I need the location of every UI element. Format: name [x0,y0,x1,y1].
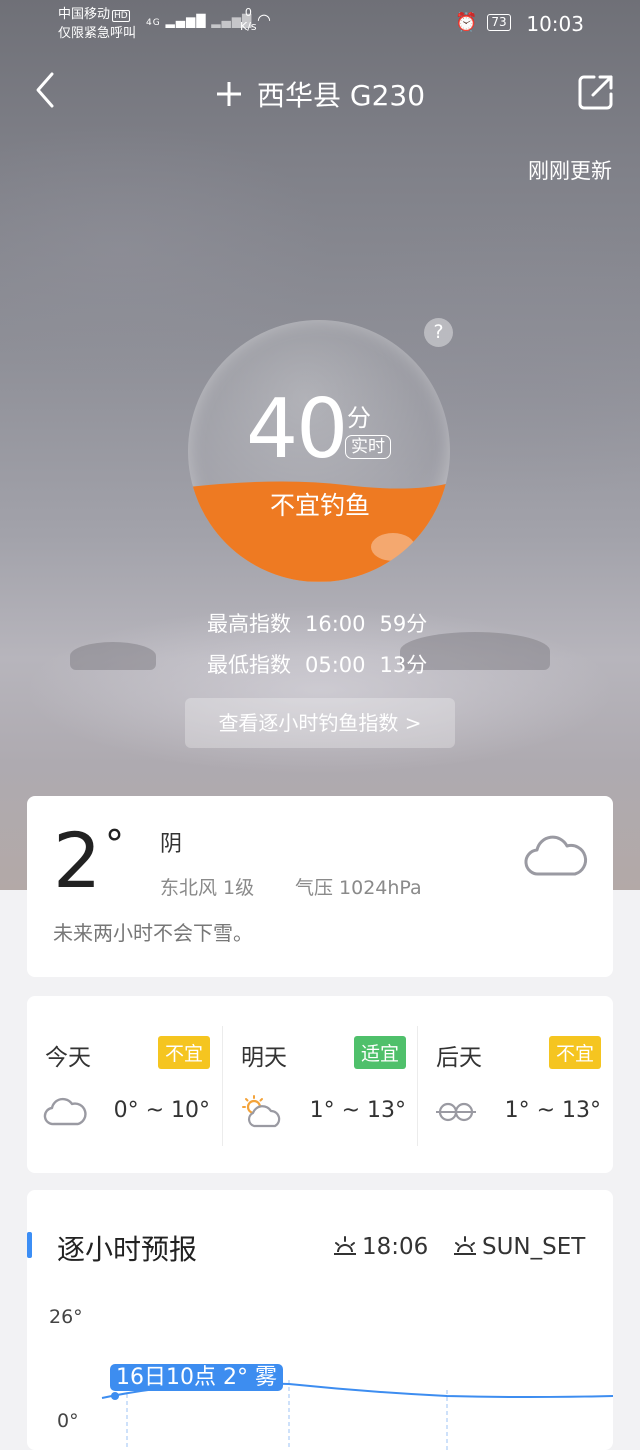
alarm-icon: ⏰ [455,12,478,33]
hourly-forecast-card: 逐小时预报 18:06 SUN_SET 26° 0° 16日10点 2° 雾 [27,1190,613,1450]
sun-cloud-icon [242,1095,281,1128]
update-status: 刚刚更新 [528,159,612,183]
plus-icon [217,82,241,106]
temperature-range: 1° ~ 13° [309,1098,406,1123]
net-speed: 0 K/s [240,6,257,34]
fishing-score: 40 [246,382,348,477]
battery-indicator: 73 [487,14,511,31]
help-button[interactable]: ? [424,318,453,347]
status-right: ⏰ 73 [455,12,511,33]
network-type: 4G [146,18,161,28]
day-name: 今天 [45,1045,91,1071]
wifi-icon: ◠ [257,10,272,29]
fishing-badge: 适宜 [353,1036,406,1069]
fishing-verdict: 不宜钓鱼 [269,491,370,520]
highest-label: 最高指数 [207,612,291,636]
fishing-badge: 不宜 [548,1036,601,1069]
sunset-time: 18:06 [332,1234,428,1260]
fog-icon [436,1102,476,1122]
realtime-badge: 实时 [345,435,391,459]
sunset-label-text: SUN_SET [482,1234,586,1260]
chart-tooltip: 16日10点 2° 雾 [110,1364,283,1391]
hourly-fishing-index-button[interactable]: 查看逐小时钓鱼指数 > [185,698,455,748]
share-button[interactable] [576,72,616,112]
gauge-highlight [370,533,415,562]
carrier-note: 仅限紧急呼叫 [58,26,137,41]
back-button[interactable] [28,68,68,112]
forecast-tomorrow[interactable]: 明天 适宜 1° ~ 13° [223,996,418,1173]
question-icon: ? [433,321,444,343]
weather-condition: 阴 [160,832,183,857]
status-bar: 中国移动 HD 仅限紧急呼叫 4G ▂▄▆█ ▂▄▆█ ◠ 0 K/s ⏰ 73 … [0,0,640,50]
day-name: 明天 [241,1045,287,1071]
fishing-badge: 不宜 [157,1036,210,1069]
carrier-name: 中国移动 [58,7,111,22]
lowest-score: 13分 [379,653,428,677]
location-title[interactable]: 西华县 G230 [215,74,425,114]
sunset-time-value: 18:06 [362,1234,429,1260]
current-temperature: 2 [53,816,102,905]
wind-info: 东北风 1级 [160,877,255,899]
highest-score: 59分 [379,612,428,636]
chevron-left-icon [36,72,54,108]
speed-unit: K/s [240,20,257,33]
carrier-info: 中国移动 HD 仅限紧急呼叫 [58,6,136,42]
highest-time: 16:00 [305,612,366,636]
island-left [70,642,156,670]
lowest-index-row: 最低指数 05:00 13分 [207,649,441,679]
temperature-range: 0° ~ 10° [113,1098,210,1123]
score-unit: 分 [347,404,371,432]
cloud-icon [524,835,588,876]
y-axis-max: 26° [49,1306,83,1328]
speed-value: 0 [244,6,252,19]
lowest-label: 最低指数 [207,653,291,677]
top-nav: 西华县 G230 [0,60,640,124]
temperature-range: 1° ~ 13° [504,1098,601,1123]
sunset-label: SUN_SET [452,1234,585,1260]
cloud-icon [43,1097,87,1126]
pressure-info: 气压 1024hPa [295,877,422,899]
sunset-icon [334,1236,356,1255]
hd-badge: HD [112,10,130,22]
signal-icon: ▂▄▆█ [165,14,207,28]
share-icon [578,75,613,110]
day-name: 后天 [436,1045,482,1071]
precipitation-note: 未来两小时不会下雪。 [53,921,253,945]
location-name: 西华县 G230 [257,79,426,112]
highest-index-row: 最高指数 16:00 59分 [207,608,441,638]
clock: 10:03 [526,12,584,36]
lowest-time: 05:00 [305,653,366,677]
degree-symbol: ° [105,822,124,866]
sun-icon [454,1236,476,1255]
section-accent-bar [27,1232,32,1258]
current-weather-card[interactable]: 2 ° 阴 东北风 1级 气压 1024hPa 未来两小时不会下雪。 [27,796,613,977]
forecast-today[interactable]: 今天 不宜 0° ~ 10° [27,996,222,1173]
three-day-forecast-card: 今天 不宜 0° ~ 10° 明天 适宜 1° ~ 13° 后天 不宜 1° ~… [27,996,613,1173]
hourly-title: 逐小时预报 [57,1233,198,1266]
forecast-day-after[interactable]: 后天 不宜 1° ~ 13° [418,996,613,1173]
current-hour-point [111,1392,119,1400]
